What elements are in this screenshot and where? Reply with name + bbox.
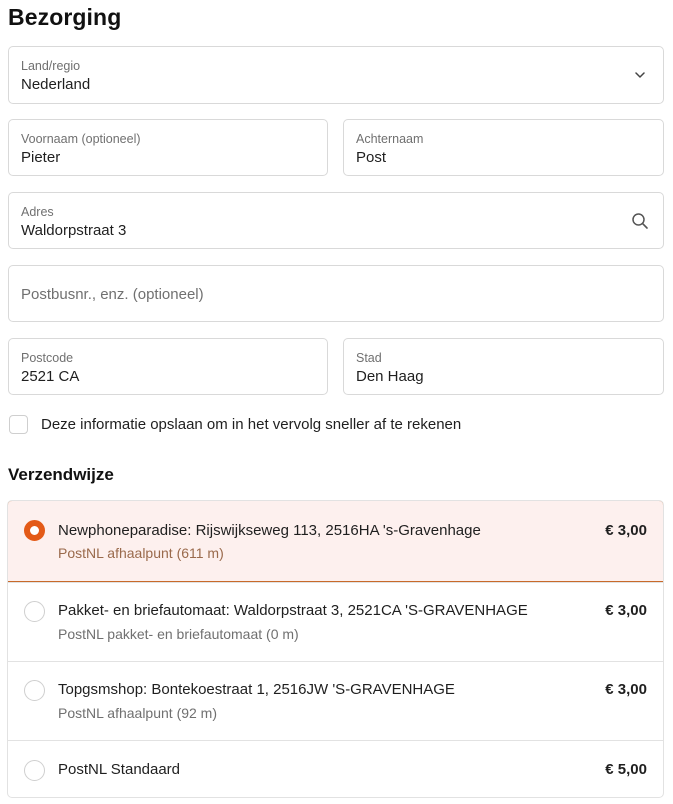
shipping-option-sub: PostNL afhaalpunt (611 m) <box>58 545 224 561</box>
shipping-title: Verzendwijze <box>8 465 114 484</box>
address2-field[interactable]: Postbusnr., enz. (optioneel) <box>8 265 664 322</box>
radio-icon[interactable] <box>24 601 45 622</box>
city-value: Den Haag <box>356 368 424 385</box>
last-name-value: Post <box>356 149 387 166</box>
country-value: Nederland <box>21 76 91 93</box>
postcode-label: Postcode <box>21 351 74 365</box>
city-label: Stad <box>356 351 382 365</box>
postcode-value: 2521 CA <box>21 368 80 385</box>
shipping-option-name: PostNL Standaard <box>58 761 181 778</box>
radio-selected-icon[interactable] <box>24 520 45 541</box>
address-label: Adres <box>21 205 54 219</box>
radio-icon[interactable] <box>24 760 45 781</box>
first-name-value: Pieter <box>21 149 61 166</box>
page-title: Bezorging <box>8 4 122 30</box>
last-name-label: Achternaam <box>356 132 424 146</box>
shipping-option-name: Pakket- en briefautomaat: Waldorpstraat … <box>58 602 528 619</box>
address2-placeholder: Postbusnr., enz. (optioneel) <box>21 286 204 303</box>
country-select[interactable]: Land/regio Nederland <box>8 46 664 104</box>
shipping-option-sub: PostNL pakket- en briefautomaat (0 m) <box>58 626 299 642</box>
shipping-option-price: € 3,00 <box>605 602 647 619</box>
first-name-label: Voornaam (optioneel) <box>21 132 141 146</box>
city-field[interactable]: Stad Den Haag <box>343 338 664 395</box>
search-icon[interactable] <box>631 212 649 230</box>
shipping-option[interactable]: Topgsmshop: Bontekoestraat 1, 2516JW 'S-… <box>8 661 663 741</box>
chevron-down-icon <box>631 66 649 84</box>
first-name-field[interactable]: Voornaam (optioneel) Pieter <box>8 119 328 176</box>
shipping-option-price: € 5,00 <box>605 761 647 778</box>
address-field[interactable]: Adres Waldorpstraat 3 <box>8 192 664 249</box>
radio-icon[interactable] <box>24 680 45 701</box>
shipping-option-price: € 3,00 <box>605 522 647 539</box>
shipping-option-name: Topgsmshop: Bontekoestraat 1, 2516JW 'S-… <box>58 681 455 698</box>
shipping-option[interactable]: Newphoneparadise: Rijswijkseweg 113, 251… <box>8 501 663 582</box>
save-info-label: Deze informatie opslaan om in het vervol… <box>41 415 462 433</box>
shipping-option-sub: PostNL afhaalpunt (92 m) <box>58 705 218 721</box>
last-name-field[interactable]: Achternaam Post <box>343 119 664 176</box>
postcode-field[interactable]: Postcode 2521 CA <box>8 338 328 395</box>
shipping-option-name: Newphoneparadise: Rijswijkseweg 113, 251… <box>58 522 481 539</box>
shipping-options: Newphoneparadise: Rijswijkseweg 113, 251… <box>7 500 664 798</box>
country-label: Land/regio <box>21 59 81 73</box>
save-info-row[interactable]: Deze informatie opslaan om in het vervol… <box>9 413 461 435</box>
shipping-option[interactable]: Pakket- en briefautomaat: Waldorpstraat … <box>8 582 663 662</box>
shipping-option[interactable]: PostNL Standaard € 5,00 <box>8 740 663 797</box>
save-info-checkbox[interactable] <box>9 414 28 434</box>
shipping-option-price: € 3,00 <box>605 681 647 698</box>
address-value: Waldorpstraat 3 <box>21 222 127 239</box>
